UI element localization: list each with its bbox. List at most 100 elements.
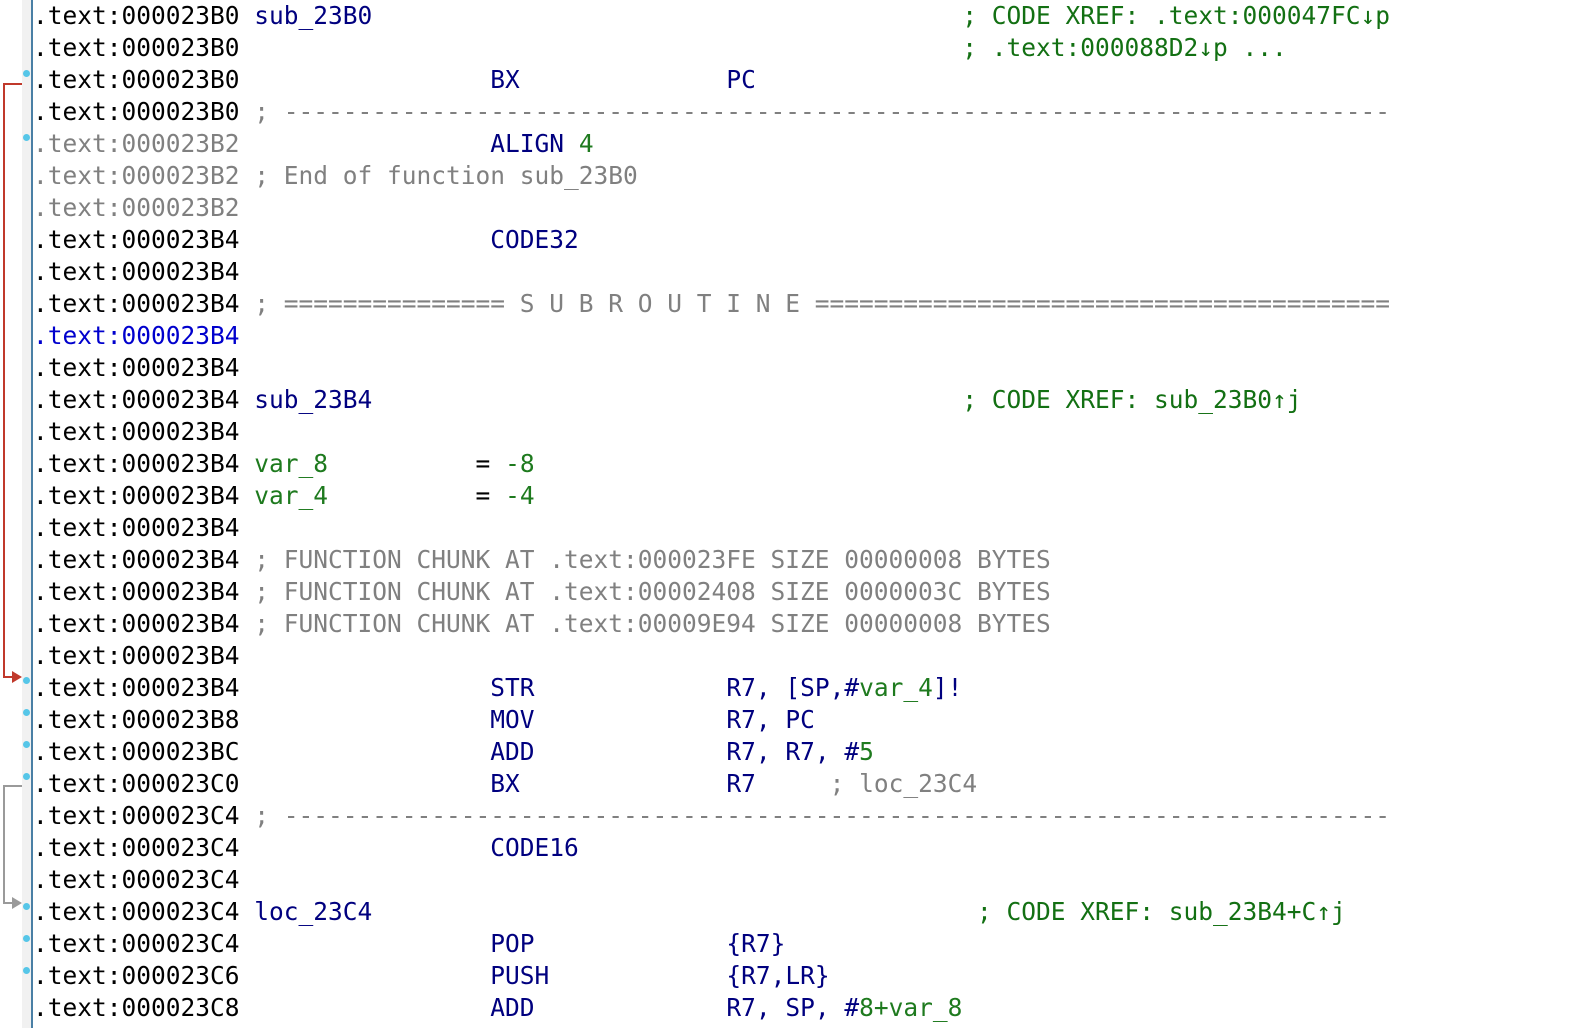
code-line[interactable]: .text:000023B2 ; End of function sub_23B… xyxy=(33,160,1576,192)
token-pad xyxy=(535,929,727,958)
code-listing[interactable]: .text:000023B0 sub_23B0 ; CODE XREF: .te… xyxy=(33,0,1576,1028)
token-pad xyxy=(240,673,491,702)
line-address: .text:000023B4 xyxy=(33,257,240,286)
token-instr: MOV xyxy=(490,705,535,734)
token-meta: ; FUNCTION CHUNK AT .text:00002408 SIZE … xyxy=(239,577,1051,606)
token-pad xyxy=(240,993,491,1022)
token-var[interactable]: var_8 xyxy=(240,449,328,478)
breakpoint-dot-icon[interactable] xyxy=(23,134,30,141)
token-num: 8+ xyxy=(859,993,889,1022)
token-comment: ; CODE XREF: sub_23B0↑j xyxy=(962,385,1302,414)
code-line[interactable]: .text:000023C4 loc_23C4 ; CODE XREF: sub… xyxy=(33,896,1576,928)
token-var[interactable]: var_8 xyxy=(889,993,963,1022)
code-line[interactable]: .text:000023B0 BX PC xyxy=(33,64,1576,96)
line-address: .text:000023B4 xyxy=(33,385,240,414)
code-line[interactable]: .text:000023B4 ; FUNCTION CHUNK AT .text… xyxy=(33,544,1576,576)
line-address: .text:000023C6 xyxy=(33,961,240,990)
token-pad xyxy=(240,65,491,94)
code-line[interactable]: .text:000023C4 ; -----------------------… xyxy=(33,800,1576,832)
code-line[interactable]: .text:000023B4 sub_23B4 ; CODE XREF: sub… xyxy=(33,384,1576,416)
token-punct: = xyxy=(475,481,506,510)
line-address: .text:000023B4 xyxy=(33,577,240,606)
breakpoint-dot-icon[interactable] xyxy=(23,709,30,716)
code-line[interactable]: .text:000023B4 ; FUNCTION CHUNK AT .text… xyxy=(33,576,1576,608)
token-reg: R7, [SP,# xyxy=(726,673,860,702)
token-name[interactable]: sub_23B0 xyxy=(240,1,372,30)
code-line[interactable]: .text:000023B4 var_8 = -8 xyxy=(33,448,1576,480)
token-name[interactable]: loc_23C4 xyxy=(240,897,372,926)
token-pad xyxy=(549,961,726,990)
code-line[interactable]: .text:000023BC ADD R7, R7, #5 xyxy=(33,736,1576,768)
code-line[interactable]: .text:000023B0 sub_23B0 ; CODE XREF: .te… xyxy=(33,0,1576,32)
token-num: 5 xyxy=(859,737,874,766)
token-meta: ; FUNCTION CHUNK AT .text:000023FE SIZE … xyxy=(239,545,1051,574)
breakpoint-dot-icon[interactable] xyxy=(23,935,30,942)
breakpoint-dot-icon[interactable] xyxy=(23,773,30,780)
token-name[interactable]: sub_23B4 xyxy=(240,385,372,414)
code-line[interactable]: .text:000023C6 PUSH {R7,LR} xyxy=(33,960,1576,992)
marker-gutter[interactable] xyxy=(22,0,31,1028)
gutter-separator xyxy=(31,0,33,1028)
token-pad xyxy=(372,385,962,414)
token-var[interactable]: var_4 xyxy=(240,481,328,510)
code-line[interactable]: .text:000023B2 ALIGN 4 xyxy=(33,128,1576,160)
jump-arrow-gray-icon xyxy=(3,785,22,909)
breakpoint-dot-icon[interactable] xyxy=(23,967,30,974)
code-line[interactable]: .text:000023B4 ; =============== S U B R… xyxy=(33,288,1576,320)
code-line[interactable]: .text:000023B4 ; FUNCTION CHUNK AT .text… xyxy=(33,608,1576,640)
token-pad xyxy=(372,1,962,30)
jump-arrow-canvas xyxy=(3,83,22,909)
token-pad xyxy=(240,929,491,958)
line-address: .text:000023B4 xyxy=(33,641,240,670)
code-line[interactable]: .text:000023B4 xyxy=(33,352,1576,384)
line-address: .text:000023C4 xyxy=(33,929,240,958)
line-address: .text:000023C0 xyxy=(33,769,240,798)
line-address: .text:000023BC xyxy=(33,737,240,766)
line-address: .text:000023B4 xyxy=(33,449,240,478)
code-line[interactable]: .text:000023B4 xyxy=(33,256,1576,288)
line-address: .text:000023C4 xyxy=(33,801,240,830)
token-var[interactable]: var_4 xyxy=(859,673,933,702)
token-meta: ; FUNCTION CHUNK AT .text:00009E94 SIZE … xyxy=(239,609,1051,638)
code-line[interactable]: .text:000023B4 xyxy=(33,512,1576,544)
code-line[interactable]: .text:000023B4 CODE32 xyxy=(33,224,1576,256)
token-pad xyxy=(240,129,491,158)
code-line[interactable]: .text:000023B4 xyxy=(33,320,1576,352)
code-line[interactable]: .text:000023B4 xyxy=(33,640,1576,672)
token-instr: PUSH xyxy=(490,961,550,990)
line-address: .text:000023C4 xyxy=(33,865,240,894)
token-pad xyxy=(240,769,491,798)
line-address: .text:000023B4 xyxy=(33,417,240,446)
code-line[interactable]: .text:000023C4 POP {R7} xyxy=(33,928,1576,960)
token-pad xyxy=(328,449,476,478)
code-line[interactable]: .text:000023B8 MOV R7, PC xyxy=(33,704,1576,736)
token-meta: ; --------------------------------------… xyxy=(239,801,1391,830)
token-pad xyxy=(564,129,579,158)
token-pad xyxy=(240,737,491,766)
code-line[interactable]: .text:000023C4 xyxy=(33,864,1576,896)
token-instr: STR xyxy=(490,673,535,702)
code-line[interactable]: .text:000023B2 xyxy=(33,192,1576,224)
token-keyword: CODE32 xyxy=(490,225,579,254)
breakpoint-dot-icon[interactable] xyxy=(23,903,30,910)
token-reg: {R7} xyxy=(726,929,786,958)
breakpoint-dot-icon[interactable] xyxy=(23,741,30,748)
line-address: .text:000023B8 xyxy=(33,705,240,734)
token-instr: BX xyxy=(490,769,520,798)
code-line[interactable]: .text:000023B4 xyxy=(33,416,1576,448)
token-meta: ; =============== S U B R O U T I N E ==… xyxy=(239,289,1391,318)
code-line[interactable]: .text:000023C0 BX R7 ; loc_23C4 xyxy=(33,768,1576,800)
code-line[interactable]: .text:000023B0 ; -----------------------… xyxy=(33,96,1576,128)
disassembly-view[interactable]: .text:000023B0 sub_23B0 ; CODE XREF: .te… xyxy=(0,0,1576,1028)
token-meta: ; --------------------------------------… xyxy=(239,97,1391,126)
token-reg: R7, SP, # xyxy=(726,993,860,1022)
code-line[interactable]: .text:000023C4 CODE16 xyxy=(33,832,1576,864)
breakpoint-dot-icon[interactable] xyxy=(23,677,30,684)
line-address: .text:000023B4 xyxy=(33,673,240,702)
code-line[interactable]: .text:000023C8 ADD R7, SP, #8+var_8 xyxy=(33,992,1576,1024)
code-line[interactable]: .text:000023B4 STR R7, [SP,#var_4]! xyxy=(33,672,1576,704)
line-address: .text:000023B0 xyxy=(33,1,240,30)
code-line[interactable]: .text:000023B0 ; .text:000088D2↓p ... xyxy=(33,32,1576,64)
code-line[interactable]: .text:000023B4 var_4 = -4 xyxy=(33,480,1576,512)
breakpoint-dot-icon[interactable] xyxy=(23,70,30,77)
